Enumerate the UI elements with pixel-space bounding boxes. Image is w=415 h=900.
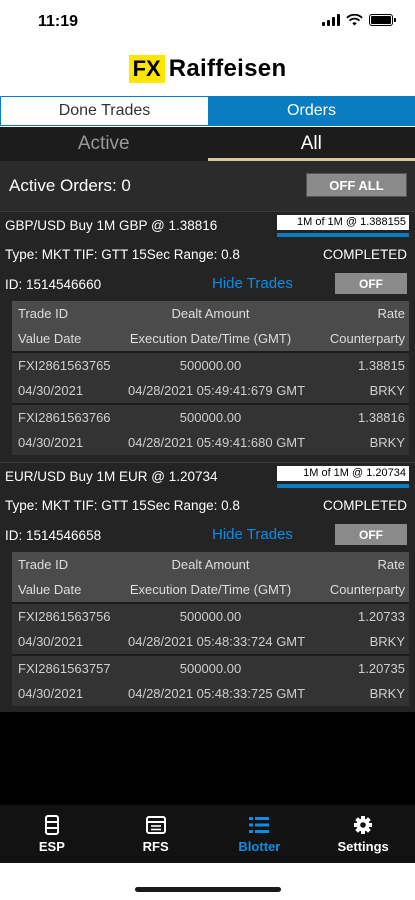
esp-icon [44,814,59,835]
order-id: ID: 1514546658 [5,528,102,543]
order-off-toggle[interactable]: OFF [335,273,407,294]
active-orders-bar: Active Orders: 0 OFF ALL [0,161,415,211]
fill-bar [277,233,409,237]
header-dealt-amount: Dealt Amount [171,306,250,321]
trade-value-date: 04/30/2021 [18,686,84,701]
trade-rate: 1.20735 [358,661,405,676]
status-time: 11:19 [38,13,79,30]
fill-track [277,233,409,237]
fill-text: 1M of 1M @ 1.20734 [277,466,409,481]
order-details-row: Type: MKT TIF: GTT 15Sec Range: 0.8 COMP… [0,490,415,520]
blotter-list-icon [249,816,270,833]
header-counterparty: Counterparty [329,331,405,346]
order-details: Type: MKT TIF: GTT 15Sec Range: 0.8 [5,498,240,513]
trade-amount: 500000.00 [179,609,242,624]
header-rate: Rate [377,306,405,321]
fill-bar [277,484,409,488]
header-rate: Rate [377,557,405,572]
order-status: COMPLETED [322,247,407,262]
order-header: EUR/USD Buy 1M EUR @ 1.20734 1M of 1M @ … [0,462,415,490]
home-indicator-area [0,863,415,900]
trade-rate: 1.38815 [358,358,405,373]
cellular-signal-icon [322,14,340,26]
header-counterparty: Counterparty [329,582,405,597]
orders-panel: Active All Active Orders: 0 OFF ALL GBP/… [0,127,415,805]
active-orders-count: Active Orders: 0 [9,176,131,195]
tab-blotter[interactable]: Blotter [208,805,312,863]
order-header: GBP/USD Buy 1M GBP @ 1.38816 1M of 1M @ … [0,211,415,239]
view-segmented-control: Done Trades Orders [0,96,415,126]
status-bar: 11:19 [0,0,415,44]
order-title: EUR/USD Buy 1M EUR @ 1.20734 [5,469,218,484]
hide-trades-link[interactable]: Hide Trades [212,275,293,292]
logo-fx: FX [128,55,165,83]
trades-header: Trade ID Dealt Amount Rate Value Date Ex… [12,552,409,602]
trade-row[interactable]: FXI2861563757 500000.00 1.20735 04/30/20… [12,654,409,706]
order-id: ID: 1514546660 [5,277,102,292]
trades-table: Trade ID Dealt Amount Rate Value Date Ex… [12,552,409,706]
trade-counterparty: BRKY [369,634,405,649]
brand-logo: FX Raiffeisen [0,44,415,94]
tab-esp-label: ESP [38,838,65,854]
order-off-toggle[interactable]: OFF [335,524,407,545]
trade-amount: 500000.00 [179,661,242,676]
hide-trades-link[interactable]: Hide Trades [212,526,293,543]
battery-icon [369,14,396,26]
order-id-row: ID: 1514546660 Hide Trades OFF [0,269,415,299]
tab-settings-label: Settings [337,838,389,854]
wifi-icon [346,14,363,26]
filter-tab-active[interactable]: Active [0,127,208,161]
tab-blotter-label: Blotter [238,838,281,854]
bottom-tab-bar: ESP RFS Blotter Settings [0,805,415,863]
order-card: GBP/USD Buy 1M GBP @ 1.38816 1M of 1M @ … [0,211,415,463]
trade-value-date: 04/30/2021 [18,634,84,649]
trade-counterparty: BRKY [369,686,405,701]
gear-icon [354,815,373,834]
trade-amount: 500000.00 [179,358,242,373]
trade-row[interactable]: FXI2861563756 500000.00 1.20733 04/30/20… [12,602,409,654]
fill-text: 1M of 1M @ 1.388155 [277,215,409,230]
trade-row[interactable]: FXI2861563766 500000.00 1.38816 04/30/20… [12,403,409,455]
trade-exec-time: 04/28/2021 05:49:41:679 GMT [128,383,306,398]
fill-progress: 1M of 1M @ 1.20734 [277,465,409,489]
trade-amount: 500000.00 [179,410,242,425]
order-id-row: ID: 1514546658 Hide Trades OFF [0,520,415,550]
rfs-icon [145,815,166,834]
home-indicator[interactable] [135,887,281,892]
tab-rfs[interactable]: RFS [104,805,208,863]
trade-exec-time: 04/28/2021 05:48:33:725 GMT [128,686,306,701]
logo-name: Raiffeisen [168,55,287,82]
trade-rate: 1.38816 [358,410,405,425]
fill-track [277,484,409,488]
segment-done-trades[interactable]: Done Trades [0,97,208,125]
order-card: EUR/USD Buy 1M EUR @ 1.20734 1M of 1M @ … [0,462,415,712]
status-icons [322,14,396,26]
segment-orders[interactable]: Orders [208,97,415,125]
trade-value-date: 04/30/2021 [18,383,84,398]
tab-settings[interactable]: Settings [311,805,415,863]
tab-esp[interactable]: ESP [0,805,104,863]
off-all-button[interactable]: OFF ALL [306,173,407,197]
order-status: COMPLETED [322,498,407,513]
filter-tabs: Active All [0,127,415,161]
trade-exec-time: 04/28/2021 05:49:41:680 GMT [128,435,306,450]
filter-tab-all[interactable]: All [207,127,415,161]
trades-header: Trade ID Dealt Amount Rate Value Date Ex… [12,301,409,351]
trade-value-date: 04/30/2021 [18,435,84,450]
tab-rfs-label: RFS [142,838,169,854]
trade-row[interactable]: FXI2861563765 500000.00 1.38815 04/30/20… [12,351,409,403]
order-title: GBP/USD Buy 1M GBP @ 1.38816 [5,218,218,233]
order-details-row: Type: MKT TIF: GTT 15Sec Range: 0.8 COMP… [0,239,415,269]
fill-progress: 1M of 1M @ 1.388155 [277,214,409,238]
trade-rate: 1.20733 [358,609,405,624]
header-dealt-amount: Dealt Amount [171,557,250,572]
trade-counterparty: BRKY [369,383,405,398]
trade-exec-time: 04/28/2021 05:48:33:724 GMT [128,634,306,649]
order-details: Type: MKT TIF: GTT 15Sec Range: 0.8 [5,247,240,262]
trade-counterparty: BRKY [369,435,405,450]
trades-table: Trade ID Dealt Amount Rate Value Date Ex… [12,301,409,455]
